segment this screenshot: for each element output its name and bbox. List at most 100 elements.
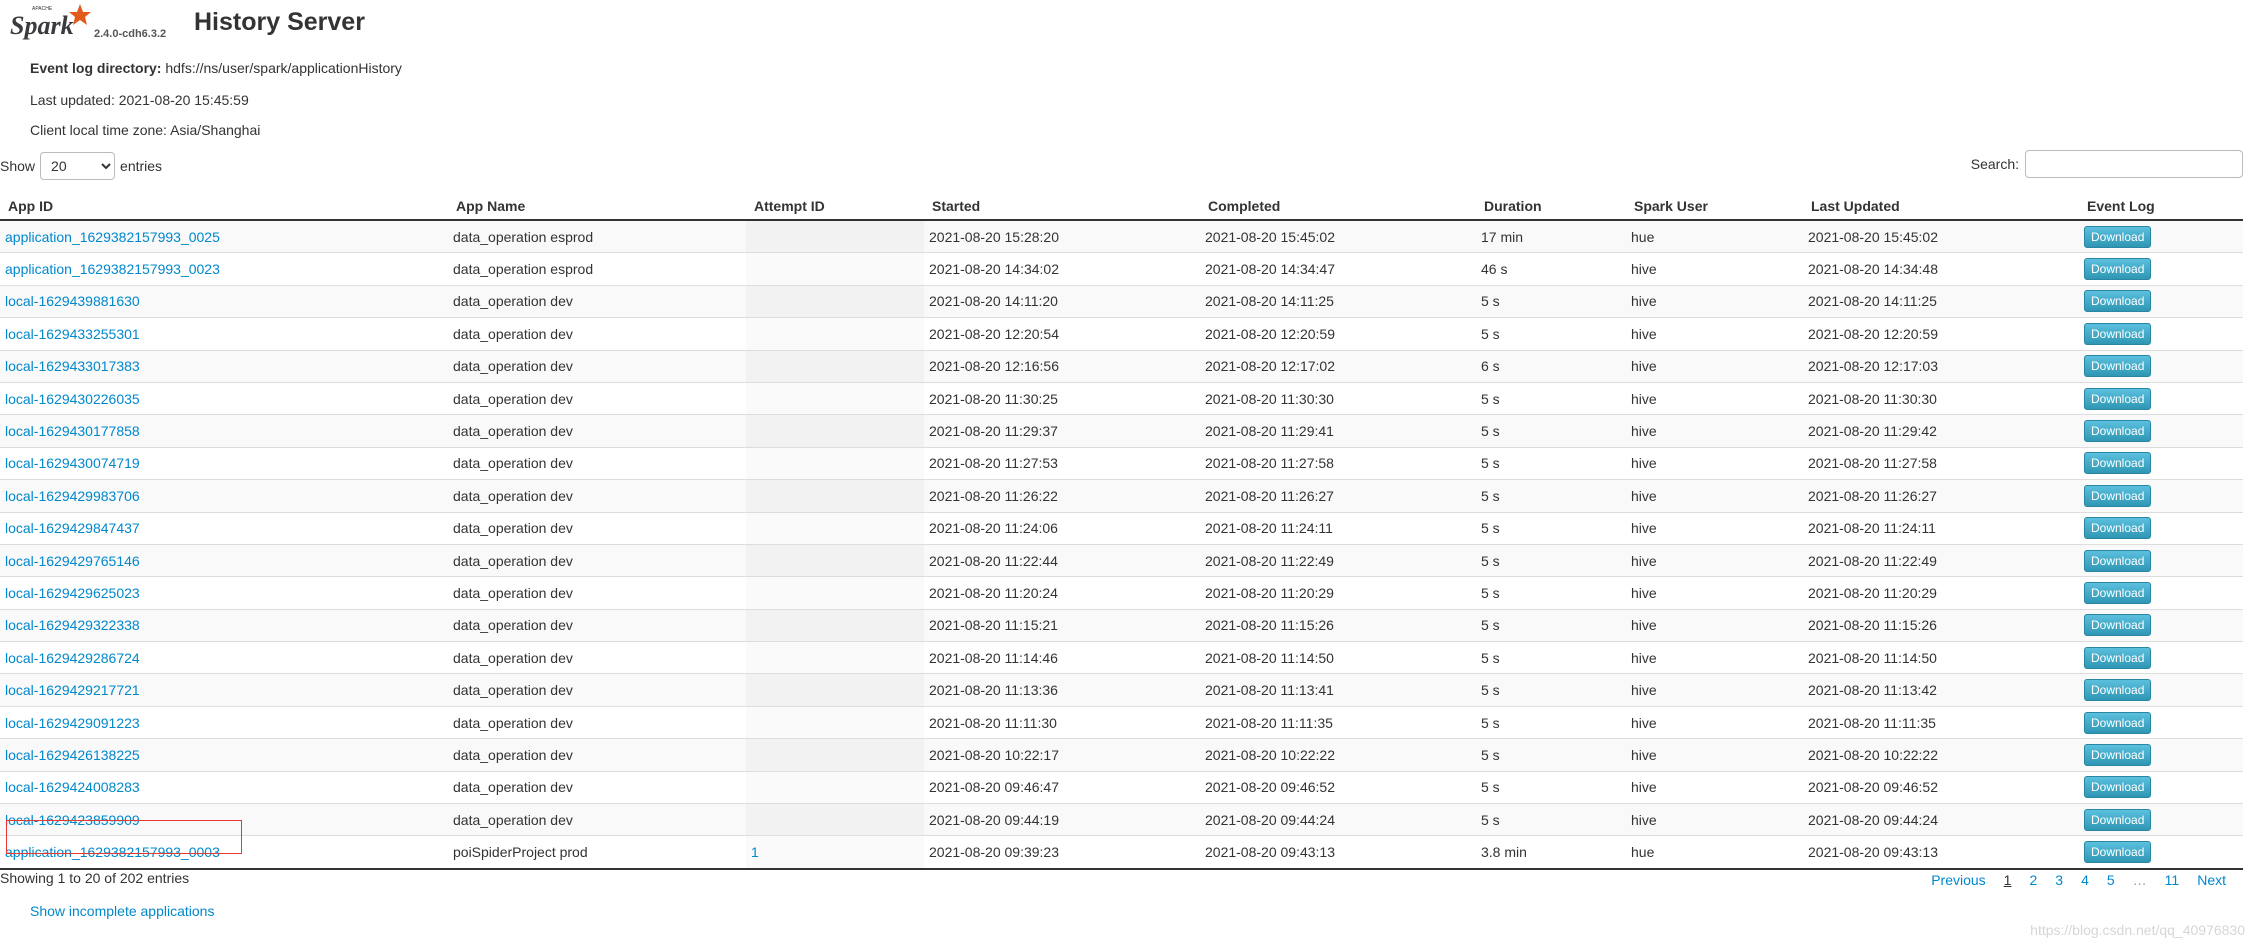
download-button[interactable]: Download xyxy=(2084,581,2152,604)
download-button[interactable]: Download xyxy=(2084,290,2152,313)
app-id-link[interactable]: local-1629439881630 xyxy=(5,293,140,309)
app-name-cell: data_operation dev xyxy=(448,284,746,318)
last-updated-cell: 2021-08-20 11:29:42 xyxy=(1803,414,2079,448)
event-log-value: hdfs://ns/user/spark/applicationHistory xyxy=(165,60,402,76)
download-button[interactable]: Download xyxy=(2084,517,2152,540)
last-updated-cell: 2021-08-20 11:11:35 xyxy=(1803,705,2079,739)
pagination-page-11[interactable]: 11 xyxy=(2165,872,2180,888)
table-row: local-1629424008283 data_operation dev 202… xyxy=(0,770,2243,804)
download-button[interactable]: Download xyxy=(2084,776,2152,799)
header-app-name[interactable]: App Name xyxy=(448,190,746,221)
app-id-link[interactable]: local-1629429625023 xyxy=(5,585,140,601)
attempt-id-cell-cell xyxy=(746,576,924,610)
completed-cell: 2021-08-20 14:11:25 xyxy=(1200,284,1476,318)
app-id-cell: application_1629382157993_0025 xyxy=(0,219,448,253)
download-button[interactable]: Download xyxy=(2084,355,2152,378)
app-id-link[interactable]: local-1629433255301 xyxy=(5,326,140,342)
download-button[interactable]: Download xyxy=(2084,387,2152,410)
download-button[interactable]: Download xyxy=(2084,711,2152,734)
search-input[interactable] xyxy=(2025,150,2243,178)
header-event-log[interactable]: Event Log xyxy=(2079,190,2243,221)
pagination-page-4[interactable]: 4 xyxy=(2081,872,2089,888)
entries-select[interactable]: 20 xyxy=(40,152,116,180)
header-app-id[interactable]: App ID xyxy=(0,190,448,221)
app-name-cell: data_operation dev xyxy=(448,673,746,707)
pagination-next[interactable]: Next xyxy=(2197,872,2226,888)
table-header-row: App ID App Name Attempt ID Started Compl… xyxy=(0,190,2243,221)
app-id-link[interactable]: local-1629430177858 xyxy=(5,423,140,439)
table-row: local-1629423859909 data_operation dev 202… xyxy=(0,803,2243,836)
pagination-previous[interactable]: Previous xyxy=(1931,872,1985,888)
last-updated-cell: 2021-08-20 15:45:02 xyxy=(1803,219,2079,253)
spark-user-cell: hive xyxy=(1626,252,1803,286)
pagination-page-1[interactable]: 1 xyxy=(2004,872,2012,888)
download-button[interactable]: Download xyxy=(2084,549,2152,572)
app-id-link[interactable]: local-1629423859909 xyxy=(5,812,140,828)
app-id-link[interactable]: local-1629433017383 xyxy=(5,358,140,374)
app-id-link[interactable]: local-1629429217721 xyxy=(5,682,140,698)
download-button[interactable]: Download xyxy=(2084,322,2152,345)
download-button[interactable]: Download xyxy=(2084,258,2152,281)
app-id-link[interactable]: local-1629429091223 xyxy=(5,715,140,731)
show-incomplete-link[interactable]: Show incomplete applications xyxy=(30,903,214,919)
download-button[interactable]: Download xyxy=(2084,452,2152,475)
table-row: local-1629430074719 data_operation dev 202… xyxy=(0,446,2243,480)
app-id-cell: local-1629429765146 xyxy=(0,543,448,577)
pagination-page-2[interactable]: 2 xyxy=(2029,872,2037,888)
download-button[interactable]: Download xyxy=(2084,646,2152,669)
download-button[interactable]: Download xyxy=(2084,679,2152,702)
download-button[interactable]: Download xyxy=(2084,614,2152,637)
app-id-link[interactable]: local-1629430226035 xyxy=(5,391,140,407)
attempt-id-cell-cell xyxy=(746,479,924,513)
app-id-link[interactable]: local-1629426138225 xyxy=(5,747,140,763)
app-id-link[interactable]: local-1629429765146 xyxy=(5,553,140,569)
app-id-link[interactable]: application_1629382157993_0023 xyxy=(5,261,220,277)
table-row: local-1629429091223 data_operation dev 202… xyxy=(0,705,2243,739)
header-completed[interactable]: Completed xyxy=(1200,190,1476,221)
event-log-directory: Event log directory: hdfs://ns/user/spar… xyxy=(30,60,402,76)
app-id-link[interactable]: application_1629382157993_0003 xyxy=(5,844,220,860)
app-id-link[interactable]: local-1629429286724 xyxy=(5,650,140,666)
header-duration[interactable]: Duration xyxy=(1476,190,1626,221)
last-updated-cell: 2021-08-20 09:44:24 xyxy=(1803,803,2079,836)
started-cell: 2021-08-20 11:27:53 xyxy=(924,446,1200,480)
spark-logo[interactable]: APACHE Spark 2.4.0-cdh6.3.2 xyxy=(10,2,180,44)
event-log-cell: Download xyxy=(2079,349,2243,383)
app-id-cell: local-1629429091223 xyxy=(0,705,448,739)
started-cell: 2021-08-20 10:22:17 xyxy=(924,738,1200,772)
completed-cell: 2021-08-20 11:26:27 xyxy=(1200,479,1476,513)
app-id-cell: local-1629423859909 xyxy=(0,803,448,836)
app-id-link[interactable]: local-1629429983706 xyxy=(5,488,140,504)
pagination-page-5[interactable]: 5 xyxy=(2107,872,2115,888)
download-button[interactable]: Download xyxy=(2084,808,2152,831)
header-started[interactable]: Started xyxy=(924,190,1200,221)
download-button[interactable]: Download xyxy=(2084,225,2152,248)
app-id-link[interactable]: application_1629382157993_0025 xyxy=(5,229,220,245)
app-id-link[interactable]: local-1629424008283 xyxy=(5,779,140,795)
app-id-link[interactable]: local-1629429322338 xyxy=(5,617,140,633)
completed-cell: 2021-08-20 10:22:22 xyxy=(1200,738,1476,772)
app-id-link[interactable]: local-1629429847437 xyxy=(5,520,140,536)
app-name-cell: data_operation dev xyxy=(448,414,746,448)
header-last-updated[interactable]: Last Updated xyxy=(1803,190,2079,221)
header-spark-user[interactable]: Spark User xyxy=(1626,190,1803,221)
download-button[interactable]: Download xyxy=(2084,743,2152,766)
last-updated-cell: 2021-08-20 11:20:29 xyxy=(1803,576,2079,610)
started-cell: 2021-08-20 11:14:46 xyxy=(924,641,1200,674)
app-id-cell: local-1629429217721 xyxy=(0,673,448,707)
pagination: Previous 1 2 3 4 5 … 11 Next xyxy=(1922,872,2235,888)
duration-cell: 5 s xyxy=(1476,738,1626,772)
last-updated-cell: 2021-08-20 11:30:30 xyxy=(1803,381,2079,415)
duration-cell: 5 s xyxy=(1476,673,1626,707)
completed-cell: 2021-08-20 14:34:47 xyxy=(1200,252,1476,286)
download-button[interactable]: Download xyxy=(2084,841,2152,864)
download-button[interactable]: Download xyxy=(2084,420,2152,443)
app-id-link[interactable]: local-1629430074719 xyxy=(5,455,140,471)
spark-user-cell: hive xyxy=(1626,641,1803,674)
download-button[interactable]: Download xyxy=(2084,484,2152,507)
app-name-cell: data_operation dev xyxy=(448,381,746,415)
pagination-page-3[interactable]: 3 xyxy=(2055,872,2063,888)
completed-cell: 2021-08-20 11:11:35 xyxy=(1200,705,1476,739)
header-attempt-id[interactable]: Attempt ID xyxy=(746,190,924,221)
attempt-id-cell[interactable]: 1 xyxy=(751,844,759,860)
